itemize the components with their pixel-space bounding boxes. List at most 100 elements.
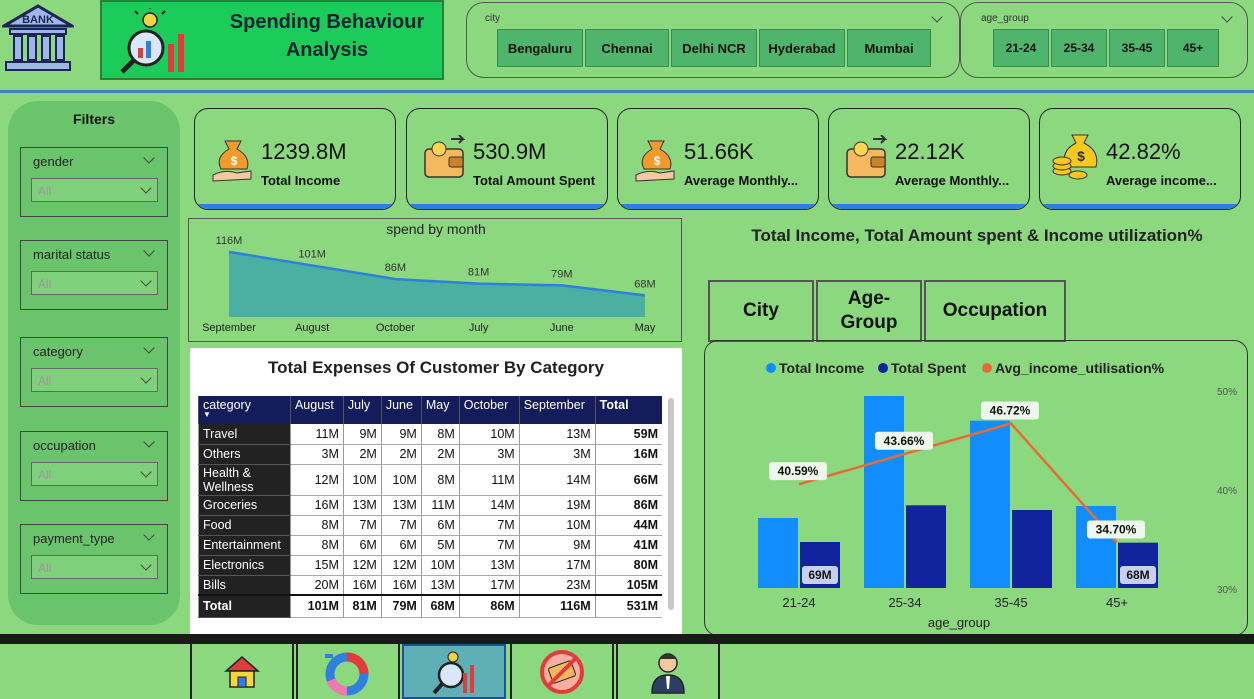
x-tick-label: August [295,322,329,334]
utilisation-data-label: 46.72% [990,403,1031,417]
title-banner: Spending Behaviour Analysis [100,0,444,80]
column-header-category[interactable]: category ▼ [198,396,291,424]
city-slicer: city Bengaluru Chennai Delhi NCR Hyderab… [466,2,960,78]
data-label: 101M [298,248,326,260]
chevron-down-icon[interactable] [143,342,155,354]
nav-customer-button[interactable] [616,644,720,699]
nav-overview-button[interactable] [296,644,400,699]
occupation-dropdown[interactable]: All [31,462,158,486]
city-tile-chennai[interactable]: Chennai [585,29,669,67]
column-header[interactable]: Total [594,396,662,424]
legend-label[interactable]: Total Spent [891,360,967,376]
legend-label[interactable]: Total Income [779,360,865,376]
column-header[interactable]: May [420,396,460,424]
city-tile-mumbai[interactable]: Mumbai [847,29,931,67]
occupation-view-button[interactable]: Occupation [924,280,1066,342]
column-header[interactable]: October [458,396,520,424]
column-header[interactable]: July [342,396,382,424]
nav-no-card-button[interactable] [510,644,614,699]
chevron-down-icon[interactable] [143,529,155,541]
column-header[interactable]: August [289,396,344,424]
age-tile-25-34[interactable]: 25-34 [1051,29,1107,67]
table-row[interactable]: Food 8M 7M 7M 6M 7M 10M 44M [198,515,662,536]
x-tick-label: 35-45 [994,595,1027,610]
x-tick-label: 45+ [1106,595,1128,610]
table-total-row[interactable]: Total 101M 81M 79M 68M 86M 116M 531M [198,594,662,618]
filters-panel: Filters gender All marital status All ca… [8,101,180,625]
column-header[interactable]: June [380,396,422,424]
chevron-down-icon[interactable] [143,436,155,448]
wallet-icon [423,134,467,185]
column-header[interactable]: September [518,396,596,424]
city-tile-bengaluru[interactable]: Bengaluru [497,29,583,67]
income-bar[interactable] [758,518,798,588]
city-view-button[interactable]: City [708,280,814,342]
spent-bar[interactable] [906,505,946,588]
spent-bar[interactable] [1012,510,1052,588]
x-tick-label: July [469,322,489,334]
value-cell: 13M [342,495,382,516]
value-cell: 7M [458,515,520,536]
value-cell: 81M [342,594,382,618]
table-row[interactable]: Travel 11M 9M 9M 8M 10M 13M 59M [198,424,662,445]
marital-status-dropdown[interactable]: All [31,271,158,295]
data-label: 86M [385,262,406,274]
value-cell: 5M [420,535,460,556]
expenses-table-panel: Total Expenses Of Customer By Category c… [190,348,682,634]
x-axis-title: age_group [928,615,990,630]
table-row[interactable]: Others 3M 2M 2M 2M 3M 3M 16M [198,444,662,465]
city-tile-delhi-ncr[interactable]: Delhi NCR [671,29,757,67]
filter-label: occupation [33,438,96,453]
income-bar[interactable] [970,420,1010,588]
age-tile-21-24[interactable]: 21-24 [993,29,1049,67]
value-cell: 11M [289,424,344,445]
chevron-down-icon[interactable] [143,152,155,164]
value-cell: 2M [420,444,460,465]
filter-label: payment_type [33,531,115,546]
page-title-line1: Spending Behaviour [229,11,425,33]
value-cell: 12M [342,555,382,576]
spend-by-month-chart: spend by month September 116M August 101M Oc… [188,218,682,342]
kpi-accent-bar [195,204,395,209]
kpi-label: Average Monthly... [684,173,799,188]
chevron-down-icon[interactable] [143,245,155,257]
age-group-view-button[interactable]: Age-Group [816,280,922,342]
chevron-down-icon [140,372,152,384]
customer-icon [651,652,685,694]
chevron-down-icon[interactable] [931,11,943,23]
analysis-icon [116,6,188,76]
table-row[interactable]: Health & Wellness 12M 10M 10M 8M 11M 14M 66M [198,464,662,496]
income-bar[interactable] [864,396,904,588]
table-row[interactable]: Bills 20M 16M 16M 13M 17M 23M 105M [198,575,662,596]
value-cell: 14M [518,464,596,496]
gender-dropdown[interactable]: All [31,178,158,202]
total-cell: 16M [594,444,662,465]
value-cell: 9M [380,424,422,445]
legend-label[interactable]: Avg_income_utilisation% [995,360,1165,376]
nav-home-button[interactable] [190,644,294,699]
filter-payment-type: payment_type All [20,524,168,594]
city-tile-hyderabad[interactable]: Hyderabad [759,29,845,67]
y2-tick-label: 30% [1217,585,1237,596]
bank-logo: BANK [0,2,78,74]
total-cell: 531M [594,594,662,618]
kpi-total-income: $ 1239.8M Total Income [194,108,396,210]
value-cell: 11M [458,464,520,496]
age-tile-35-45[interactable]: 35-45 [1109,29,1165,67]
filter-gender: gender All [20,147,168,217]
kpi-label: Total Income [261,173,341,188]
value-cell: 10M [342,464,382,496]
age-tile-45-plus[interactable]: 45+ [1167,29,1219,67]
value-cell: 79M [380,594,422,618]
value-cell: 6M [380,535,422,556]
category-dropdown[interactable]: All [31,368,158,392]
table-row[interactable]: Entertainment 8M 6M 6M 5M 7M 9M 41M [198,535,662,556]
nav-analysis-button[interactable] [402,644,506,699]
table-scrollbar[interactable] [668,398,674,610]
chevron-down-icon[interactable] [1221,11,1233,23]
value-cell: 11M [420,495,460,516]
payment-type-dropdown[interactable]: All [31,555,158,579]
value-cell: 12M [380,555,422,576]
table-row[interactable]: Electronics 15M 12M 12M 10M 13M 17M 80M [198,555,662,576]
table-row[interactable]: Groceries 16M 13M 13M 11M 14M 19M 86M [198,495,662,516]
